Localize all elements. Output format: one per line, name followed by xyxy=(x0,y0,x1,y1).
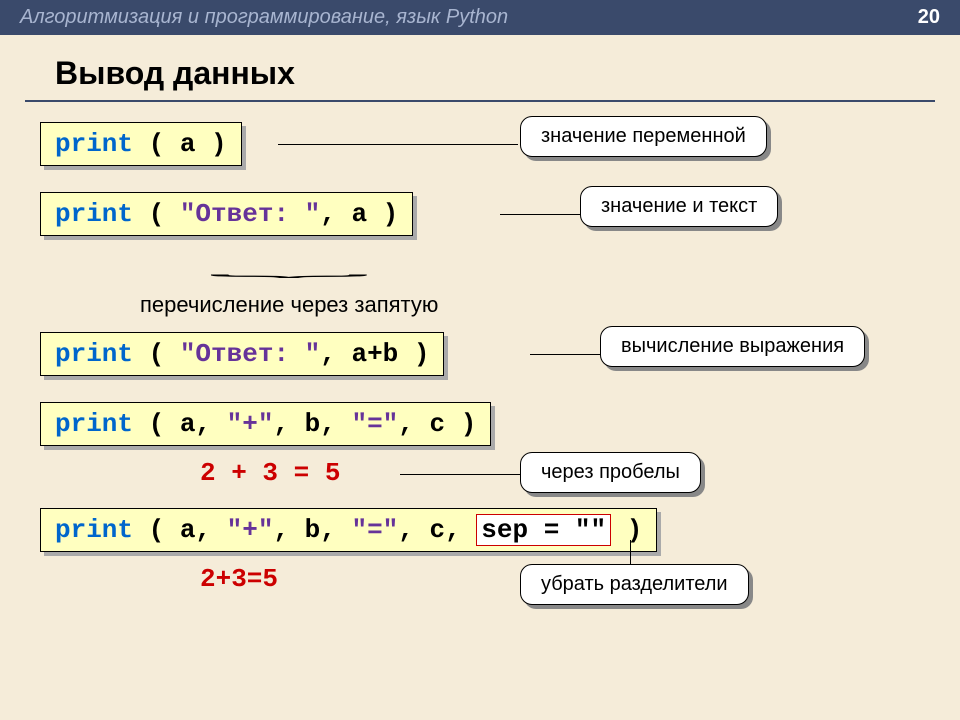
code-text: , a+b ) xyxy=(320,339,429,369)
code-box-1: print ( a ) xyxy=(40,122,242,166)
code-box-4: print ( a, "+", b, "=", c ) xyxy=(40,402,491,446)
connector-line xyxy=(530,354,600,355)
page-number: 20 xyxy=(918,6,940,29)
string-literal: "Ответ: " xyxy=(180,199,320,229)
callout-4: через пробелы xyxy=(520,452,701,493)
string-literal: "=" xyxy=(351,515,398,545)
code-text: ( xyxy=(133,339,180,369)
callout-5: убрать разделители xyxy=(520,564,749,605)
output-row-5: 2+3=5 убрать разделители xyxy=(40,564,920,614)
callout-2: значение и текст xyxy=(580,186,778,227)
keyword: print xyxy=(55,129,133,159)
string-literal: "+" xyxy=(227,515,274,545)
code-text: , c ) xyxy=(398,409,476,439)
example-row-1: print ( a ) значение переменной xyxy=(40,122,920,174)
code-text: , b, xyxy=(273,409,351,439)
example-row-4: print ( a, "+", b, "=", c ) xyxy=(40,402,920,454)
slide-header: Алгоритмизация и программирование, язык … xyxy=(0,0,960,35)
keyword: print xyxy=(55,339,133,369)
code-text: , a ) xyxy=(320,199,398,229)
code-text: , c, xyxy=(398,515,476,545)
string-literal: "Ответ: " xyxy=(180,339,320,369)
code-text: ( a, xyxy=(133,515,227,545)
sep-param: sep = "" xyxy=(476,514,611,546)
code-box-5: print ( a, "+", b, "=", c, sep = "" ) xyxy=(40,508,657,552)
note-text: перечисление через запятую xyxy=(140,292,438,318)
callout-1: значение переменной xyxy=(520,116,767,157)
code-text: ( xyxy=(133,199,180,229)
code-text: ( a, xyxy=(133,409,227,439)
code-text: ) xyxy=(611,515,642,545)
code-box-3: print ( "Ответ: ", a+b ) xyxy=(40,332,444,376)
code-box-2: print ( "Ответ: ", a ) xyxy=(40,192,413,236)
callout-3: вычисление выражения xyxy=(600,326,865,367)
code-text: ( a ) xyxy=(133,129,227,159)
example-row-3: print ( "Ответ: ", a+b ) вычисление выра… xyxy=(40,332,920,384)
connector-line xyxy=(278,144,518,145)
string-literal: "+" xyxy=(227,409,274,439)
brace-note: ⏟ перечисление через запятую xyxy=(40,262,920,322)
brace-icon: ⏟ xyxy=(208,261,370,278)
keyword: print xyxy=(55,409,133,439)
connector-line xyxy=(500,214,580,215)
subject-title: Алгоритмизация и программирование, язык … xyxy=(20,6,508,29)
string-literal: "=" xyxy=(351,409,398,439)
keyword: print xyxy=(55,515,133,545)
example-row-5: print ( a, "+", b, "=", c, sep = "" ) xyxy=(40,508,920,560)
code-text: , b, xyxy=(273,515,351,545)
keyword: print xyxy=(55,199,133,229)
page-title: Вывод данных xyxy=(25,35,935,102)
output-row-4: 2 + 3 = 5 через пробелы xyxy=(40,458,920,508)
slide-content: print ( a ) значение переменной print ( … xyxy=(0,122,960,614)
connector-line xyxy=(400,474,520,475)
connector-line xyxy=(630,540,631,566)
example-row-2: print ( "Ответ: ", a ) значение и текст xyxy=(40,192,920,244)
